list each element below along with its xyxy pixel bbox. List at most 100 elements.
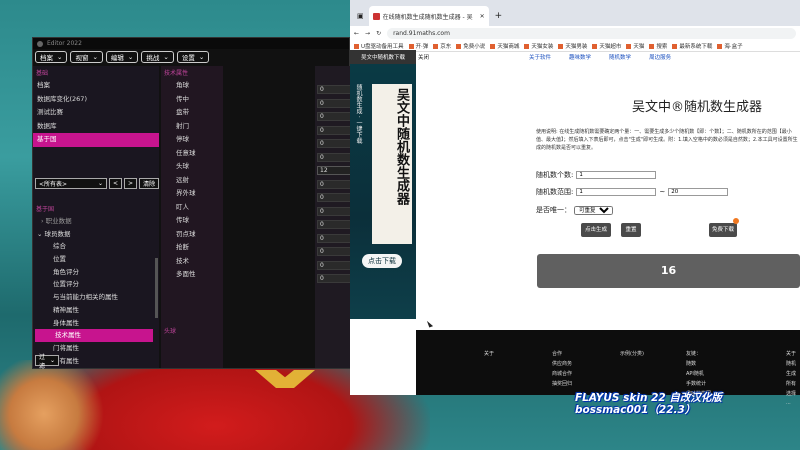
bookmark[interactable]: 天猫商城 (490, 42, 519, 50)
unique-select[interactable]: 可重复 (574, 205, 613, 215)
address-bar: ← → ↻ rand.91maths.com (350, 26, 800, 40)
footer-link[interactable]: 商城合作 (552, 370, 572, 377)
tree-item[interactable]: 门将属性 (33, 342, 159, 355)
back-icon[interactable]: ← (354, 30, 359, 37)
attribute-value-field[interactable]: 0 (317, 85, 351, 94)
filter-bar: 过滤 ⌄ (35, 354, 59, 370)
next-button[interactable]: > (124, 178, 138, 189)
ad-banner[interactable]: 随机数生成 · 一键下载 吴文中随机数生成器 点击下载 (350, 64, 416, 319)
bookmark[interactable]: 免费小说 (456, 42, 485, 50)
app-icon (37, 40, 43, 47)
attribute-value-field[interactable]: 0 (317, 98, 351, 108)
bookmark[interactable]: U盘驱动备用工具 (354, 42, 404, 50)
clear-button[interactable]: 清除 (139, 178, 160, 189)
banner-download-button[interactable]: 点击下载 (362, 254, 402, 268)
bookmark[interactable]: 搜索 (649, 42, 667, 50)
footer-col-title: 关于 (786, 351, 797, 357)
bookmark[interactable]: 海·盒子 (717, 42, 742, 50)
attribute-label: 头球 (176, 162, 189, 170)
table-navbar: <所有表> ⌄ < > 清除 (35, 178, 160, 189)
attribute-value-field[interactable]: 0 (317, 247, 351, 256)
attribute-value-field[interactable]: 0 (317, 206, 351, 216)
tree-item[interactable]: 角色评分 (33, 266, 159, 279)
attribute-value-field[interactable]: 0 (317, 260, 351, 270)
attribute-label: 远射 (176, 175, 189, 184)
attribute-value-field[interactable]: 0 (317, 152, 351, 162)
footer-link[interactable]: 手数统计 (686, 380, 711, 387)
footer-link[interactable]: 随数 (686, 360, 711, 367)
count-row: 随机数个数: (536, 170, 657, 180)
bookmark[interactable]: 最新系统下载 (672, 42, 712, 50)
bookmark[interactable]: 天猫男装 (558, 42, 587, 50)
menu-view[interactable]: 视窗 ⌄ (70, 51, 103, 63)
notification-dot-icon (733, 218, 739, 224)
footer-link[interactable]: 供应商务 (552, 360, 572, 367)
footer-col-title: 合作 (552, 351, 563, 357)
footer-link[interactable]: 抽奖回归 (552, 380, 572, 387)
footer-link[interactable]: 生成 (786, 370, 796, 377)
table-select[interactable]: <所有表> ⌄ (35, 178, 107, 189)
footer-link[interactable]: API随机 (686, 370, 711, 377)
close-icon[interactable]: ✕ (480, 13, 485, 20)
attribute-value-field[interactable]: 0 (317, 139, 351, 148)
menu-file[interactable]: 档案 ⌄ (35, 51, 68, 63)
browser-tab[interactable]: 在线随机数生成随机数生成器 - 吴 ✕ (368, 6, 489, 26)
download-button[interactable]: 免费下载 (709, 223, 737, 237)
bookmark[interactable]: 开·弹 (409, 42, 429, 50)
new-tab-icon[interactable]: + (489, 11, 509, 26)
range-min-input[interactable] (576, 188, 657, 196)
attribute-value-field[interactable]: 0 (317, 274, 351, 283)
tree-item[interactable]: 位置 (33, 253, 159, 266)
tree-item[interactable]: 身体属性 (33, 317, 159, 330)
prev-button[interactable]: < (109, 178, 123, 189)
reload-icon[interactable]: ↻ (376, 30, 381, 37)
nav-link[interactable]: 周边服务 (649, 53, 671, 61)
tree-item[interactable]: 精神属性 (33, 304, 159, 317)
attribute-value-field[interactable]: 0 (317, 220, 351, 229)
attribute-value-field[interactable]: 0 (317, 125, 351, 135)
menu-settings[interactable]: 设置 ⌄ (176, 51, 210, 63)
forward-icon[interactable]: → (365, 30, 370, 37)
footer-link[interactable]: 所有 (786, 380, 796, 387)
nav-link[interactable]: 随机数学 (609, 53, 631, 61)
tree-item[interactable]: › 职业数据 (33, 215, 159, 228)
attribute-value-field[interactable]: 0 (317, 112, 351, 121)
url-input[interactable]: rand.91maths.com (387, 27, 796, 39)
filter-dropdown[interactable]: 过滤 ⌄ (35, 354, 59, 370)
attribute-value-field[interactable]: 0 (317, 193, 351, 202)
count-input[interactable] (576, 171, 657, 179)
menu-challenge[interactable]: 挑战 ⌄ (141, 51, 174, 63)
tree-item[interactable]: 与当前能力相关的属性 (33, 291, 159, 304)
attribute-value-field-active[interactable]: 12 (317, 166, 351, 175)
bookmark[interactable]: 天猫超市 (592, 42, 621, 50)
bottom-section-title: 头球 (164, 327, 177, 335)
editor-menubar: 档案 ⌄ 视窗 ⌄ 编辑 ⌄ 挑战 ⌄ 设置 ⌄ (35, 51, 210, 63)
bookmark[interactable]: 京东 (433, 42, 451, 50)
bookmark[interactable]: 天猫女装 (524, 42, 553, 50)
left-item[interactable]: 档案 (33, 79, 159, 93)
nav-link[interactable]: 趣味数学 (569, 53, 591, 61)
generate-button[interactable]: 点击生成 (581, 223, 611, 237)
left-item[interactable]: 数据库变化(267) (33, 93, 159, 107)
tree-item[interactable]: ⌄ 球员数据 (33, 228, 159, 241)
menu-edit[interactable]: 编辑 ⌄ (105, 51, 139, 63)
site-logo[interactable]: 吴文中随机数下载 (350, 50, 416, 64)
close-link[interactable]: 关闭 (418, 53, 429, 61)
tree-scrollbar[interactable] (155, 258, 158, 318)
attribute-value-field[interactable]: 0 (317, 233, 351, 243)
left-item[interactable]: 测试比赛 (33, 106, 159, 120)
tree-item[interactable]: 综合 (33, 240, 159, 253)
tab-title: 在线随机数生成随机数生成器 - 吴 (382, 13, 473, 21)
nav-link[interactable]: 关于软件 (529, 53, 551, 61)
footer-link[interactable]: 随机 (786, 360, 796, 367)
tree-item[interactable]: 位置评分 (33, 278, 159, 291)
reset-button[interactable]: 重置 (621, 223, 641, 237)
left-item-selected[interactable]: 基于国 (33, 133, 159, 147)
attribute-value-field[interactable]: 0 (317, 179, 351, 189)
banner-subtitle: 随机数生成 · 一键下载 (355, 84, 362, 144)
tree-item-selected[interactable]: 技术属性 (35, 329, 153, 342)
left-item[interactable]: 数据库 (33, 120, 159, 134)
bookmark[interactable]: 天猫 (626, 42, 644, 50)
tab-overview-icon[interactable]: ▣ (352, 12, 369, 26)
range-max-input[interactable] (668, 188, 729, 196)
